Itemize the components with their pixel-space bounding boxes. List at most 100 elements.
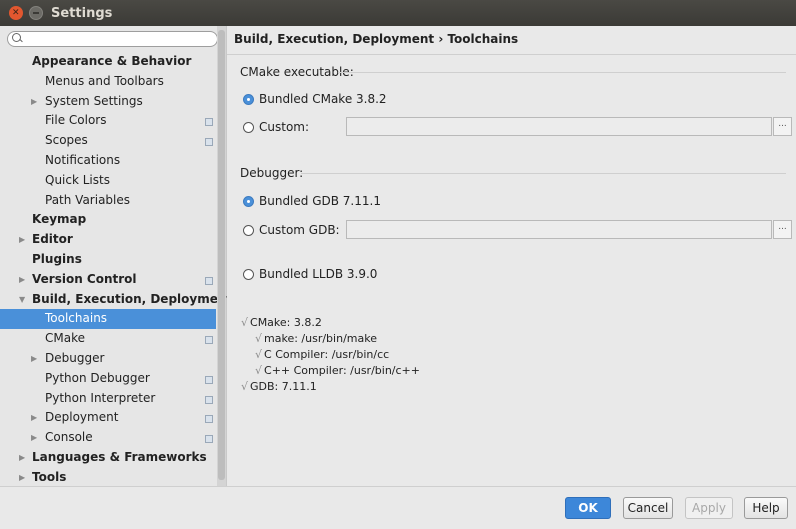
sidebar-item-label: Version Control xyxy=(32,271,137,286)
sidebar-item-label: Tools xyxy=(32,469,67,484)
minimize-window-icon[interactable] xyxy=(29,6,43,20)
collapsed-arrow-icon[interactable]: ▶ xyxy=(31,92,37,112)
cmake-section-divider xyxy=(338,72,786,73)
sidebar-item-label: CMake xyxy=(45,331,85,346)
sidebar-item-label: File Colors xyxy=(45,113,107,128)
bundled-gdb-label[interactable]: Bundled GDB 7.11.1 xyxy=(259,194,381,208)
close-window-icon[interactable] xyxy=(9,6,23,20)
gdb-version-status: √ GDB: 7.11.1 xyxy=(241,380,317,393)
sidebar-item-cmake[interactable]: CMake xyxy=(0,329,216,349)
project-scope-icon xyxy=(205,276,213,285)
check-icon: √ xyxy=(255,332,263,345)
cmake-section-label: CMake executable: xyxy=(240,65,354,79)
sidebar-item-menus-and-toolbars[interactable]: Menus and Toolbars xyxy=(0,72,216,92)
project-scope-icon xyxy=(205,435,213,444)
debugger-section-divider xyxy=(301,173,786,174)
sidebar-item-label: Languages & Frameworks xyxy=(32,449,207,464)
sidebar-item-label: System Settings xyxy=(45,93,143,108)
sidebar-item-label: Toolchains xyxy=(45,311,108,326)
bundled-cmake-radio[interactable] xyxy=(243,94,254,105)
sidebar-item-label: Plugins xyxy=(32,251,82,266)
sidebar-item-debugger[interactable]: ▶ Debugger xyxy=(0,349,216,369)
sidebar-item-notifications[interactable]: Notifications xyxy=(0,151,216,171)
sidebar-item-tools[interactable]: ▶ Tools xyxy=(0,468,216,488)
settings-tree: Appearance & Behavior Menus and Toolbars ▶… xyxy=(0,52,232,488)
sidebar-item-languages-frameworks[interactable]: ▶ Languages & Frameworks xyxy=(0,448,216,468)
sidebar-item-label: Deployment xyxy=(45,410,119,425)
c-compiler-status: √ C Compiler: /usr/bin/cc xyxy=(255,348,390,361)
sidebar-item-label: Quick Lists xyxy=(45,172,110,187)
custom-cmake-label[interactable]: Custom: xyxy=(259,120,309,134)
sidebar-item-label: Python Debugger xyxy=(45,370,150,385)
sidebar-item-file-colors[interactable]: File Colors xyxy=(0,111,216,131)
cpp-compiler-status: √ C++ Compiler: /usr/bin/c++ xyxy=(255,364,420,377)
sidebar-item-toolchains[interactable]: Toolchains xyxy=(0,309,216,330)
title-bar: Settings xyxy=(0,0,796,26)
collapsed-arrow-icon[interactable]: ▶ xyxy=(31,408,37,428)
header-divider xyxy=(227,54,796,55)
sidebar-item-deployment[interactable]: ▶ Deployment xyxy=(0,408,216,428)
sidebar-item-python-interpreter[interactable]: Python Interpreter xyxy=(0,389,216,409)
sidebar-item-label: Editor xyxy=(32,232,73,247)
sidebar-item-label: Scopes xyxy=(45,133,88,148)
settings-sidebar: Appearance & Behavior Menus and Toolbars ▶… xyxy=(0,26,232,488)
sidebar-scroll-thumb[interactable] xyxy=(218,30,225,480)
sidebar-item-plugins[interactable]: Plugins xyxy=(0,250,216,270)
sidebar-item-label: Path Variables xyxy=(45,192,131,207)
check-icon: √ xyxy=(241,380,249,393)
custom-gdb-radio[interactable] xyxy=(243,225,254,236)
check-icon: √ xyxy=(255,364,263,377)
window-title: Settings xyxy=(51,5,113,21)
project-scope-icon xyxy=(205,118,213,127)
sidebar-item-label: Build, Execution, Deployment xyxy=(32,291,233,306)
project-scope-icon xyxy=(205,375,213,384)
expanded-arrow-icon[interactable]: ▼ xyxy=(19,290,25,310)
sidebar-item-build-execution-deployment[interactable]: ▼ Build, Execution, Deployment xyxy=(0,290,232,310)
sidebar-scrollbar[interactable] xyxy=(217,26,226,486)
collapsed-arrow-icon[interactable]: ▶ xyxy=(19,448,25,468)
search-input[interactable] xyxy=(7,31,218,47)
custom-cmake-path-field[interactable] xyxy=(346,117,772,136)
breadcrumb: Build, Execution, Deployment › Toolchain… xyxy=(234,32,519,46)
project-scope-icon xyxy=(205,415,213,424)
custom-gdb-path-field[interactable] xyxy=(346,220,772,239)
sidebar-item-system-settings[interactable]: ▶ System Settings xyxy=(0,92,216,112)
sidebar-item-keymap[interactable]: Keymap xyxy=(0,210,216,230)
sidebar-item-version-control[interactable]: ▶ Version Control xyxy=(0,270,216,290)
bundled-lldb-radio[interactable] xyxy=(243,269,254,280)
collapsed-arrow-icon[interactable]: ▶ xyxy=(19,230,25,250)
dialog-button-bar: OK Cancel Apply Help xyxy=(0,486,796,529)
sidebar-item-editor[interactable]: ▶ Editor xyxy=(0,230,216,250)
debugger-section-label: Debugger: xyxy=(240,166,304,180)
collapsed-arrow-icon[interactable]: ▶ xyxy=(19,468,25,488)
bundled-gdb-radio[interactable] xyxy=(243,196,254,207)
check-icon: √ xyxy=(255,348,263,361)
collapsed-arrow-icon[interactable]: ▶ xyxy=(31,428,37,448)
custom-cmake-browse-button[interactable]: ... xyxy=(773,117,792,136)
sidebar-item-label: Debugger xyxy=(45,350,105,365)
custom-gdb-browse-button[interactable]: ... xyxy=(773,220,792,239)
project-scope-icon xyxy=(205,138,213,147)
custom-gdb-label[interactable]: Custom GDB: xyxy=(259,223,340,237)
collapsed-arrow-icon[interactable]: ▶ xyxy=(31,349,37,369)
sidebar-item-label: Keymap xyxy=(32,212,87,227)
make-path-status: √ make: /usr/bin/make xyxy=(255,332,377,345)
sidebar-item-label: Appearance & Behavior xyxy=(32,54,192,68)
ok-button[interactable]: OK xyxy=(565,497,611,519)
search-icon xyxy=(12,33,21,42)
sidebar-item-appearance-behavior[interactable]: Appearance & Behavior xyxy=(0,52,216,72)
bundled-lldb-label[interactable]: Bundled LLDB 3.9.0 xyxy=(259,267,377,281)
sidebar-item-path-variables[interactable]: Path Variables xyxy=(0,191,216,211)
sidebar-item-python-debugger[interactable]: Python Debugger xyxy=(0,369,216,389)
sidebar-item-quick-lists[interactable]: Quick Lists xyxy=(0,171,216,191)
sidebar-item-label: Notifications xyxy=(45,152,121,167)
cancel-button[interactable]: Cancel xyxy=(623,497,673,519)
apply-button[interactable]: Apply xyxy=(685,497,733,519)
sidebar-item-scopes[interactable]: Scopes xyxy=(0,131,216,151)
bundled-cmake-label[interactable]: Bundled CMake 3.8.2 xyxy=(259,92,387,106)
custom-cmake-radio[interactable] xyxy=(243,122,254,133)
sidebar-item-console[interactable]: ▶ Console xyxy=(0,428,216,448)
collapsed-arrow-icon[interactable]: ▶ xyxy=(19,270,25,290)
cmake-version-status: √ CMake: 3.8.2 xyxy=(241,316,322,329)
help-button[interactable]: Help xyxy=(744,497,788,519)
